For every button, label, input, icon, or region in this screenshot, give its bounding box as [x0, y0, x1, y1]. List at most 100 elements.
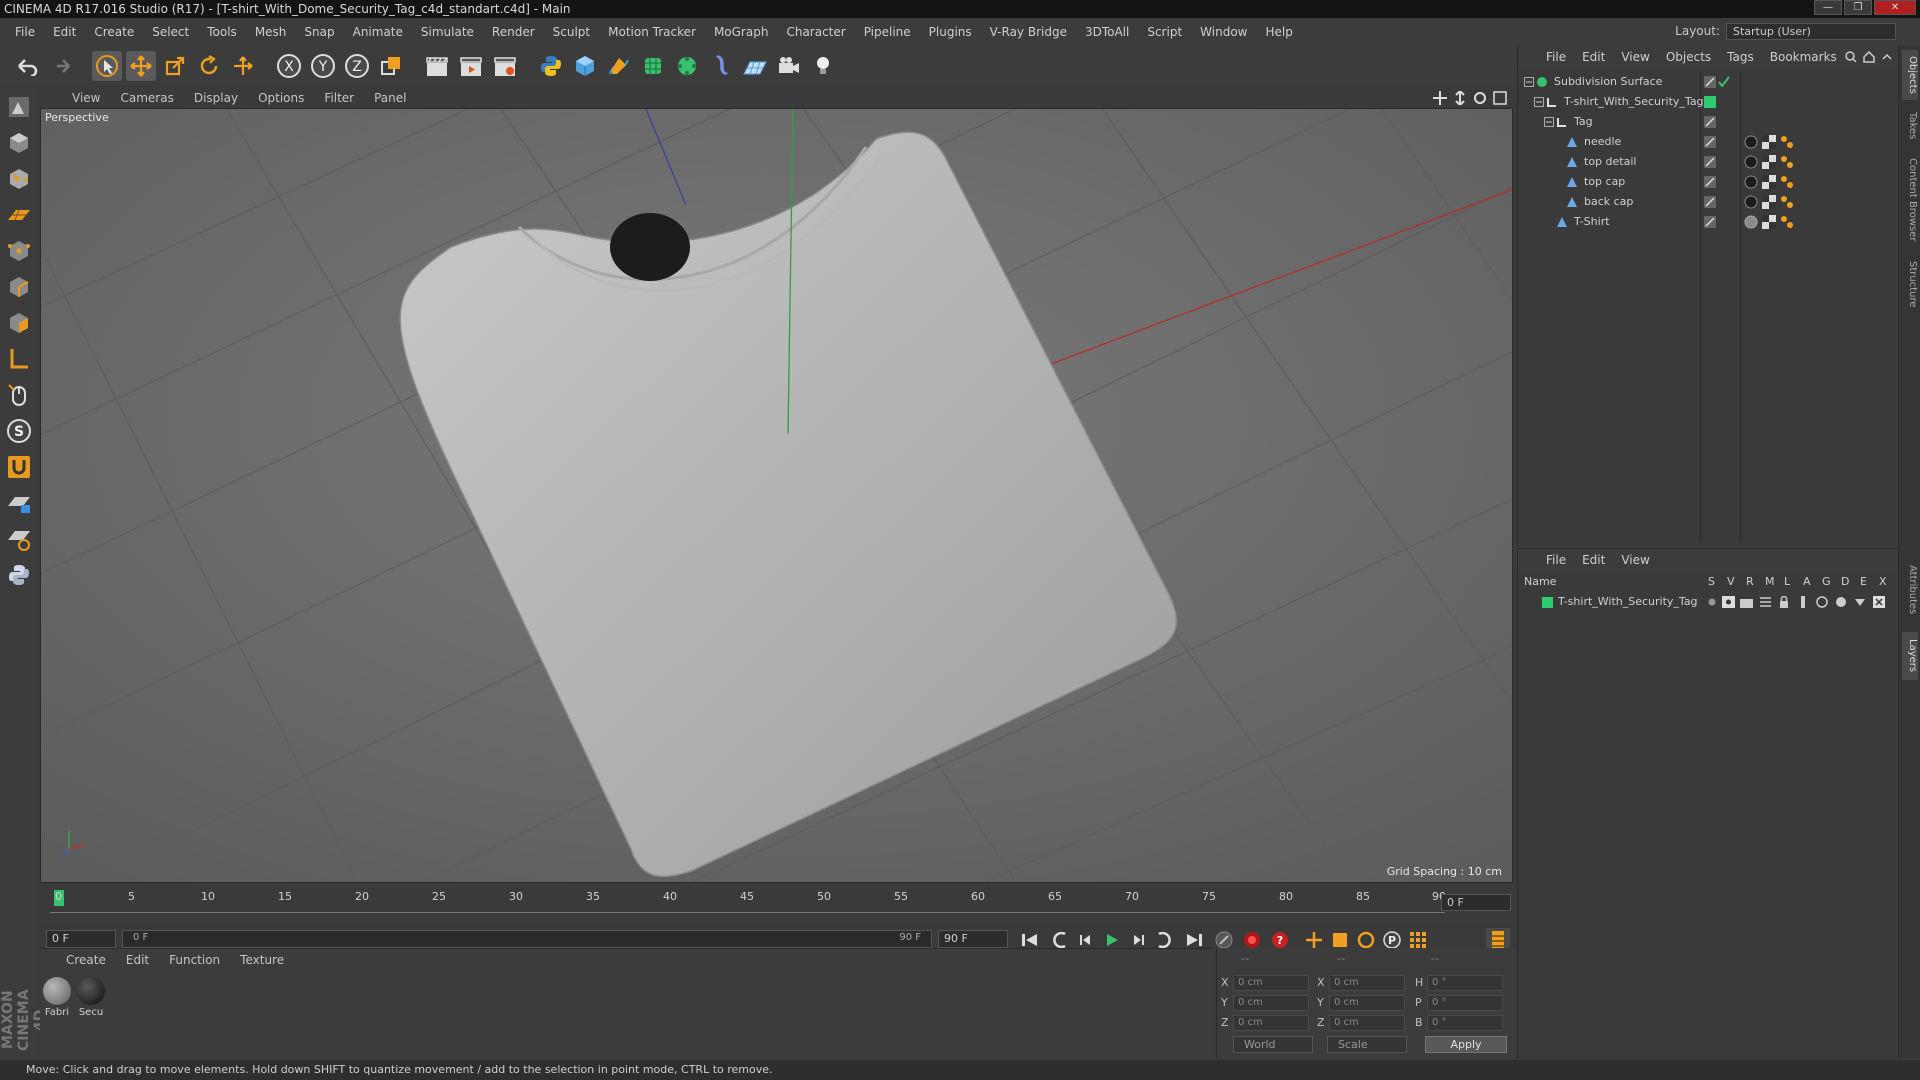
add-deformer-button[interactable]: [706, 51, 736, 81]
undo-button[interactable]: [12, 51, 42, 81]
object-row-tshirt[interactable]: T-Shirt: [1518, 212, 1896, 232]
menu-mesh[interactable]: Mesh: [246, 25, 296, 39]
size-y-field[interactable]: 0 cm: [1329, 995, 1405, 1011]
expression-icon[interactable]: [1854, 596, 1866, 608]
menu-sculpt[interactable]: Sculpt: [544, 25, 599, 39]
add-floor-button[interactable]: [740, 51, 770, 81]
uvw-tag-icon[interactable]: [1762, 195, 1776, 209]
collapse-icon[interactable]: [1524, 77, 1534, 87]
collapse-icon[interactable]: [1534, 97, 1544, 107]
manager-icon[interactable]: [1759, 596, 1772, 608]
rotate-view-icon[interactable]: [1473, 91, 1487, 105]
menu-plugins[interactable]: Plugins: [920, 25, 981, 39]
menu-character[interactable]: Character: [777, 25, 854, 39]
position-y-field[interactable]: 0 cm: [1233, 995, 1309, 1011]
menu-3dtoall[interactable]: 3DToAll: [1076, 25, 1138, 39]
dolly-view-icon[interactable]: [1453, 91, 1467, 105]
redo-button[interactable]: [46, 51, 76, 81]
material-swatch[interactable]: Secu: [76, 977, 106, 1018]
polygons-mode-button[interactable]: [4, 308, 34, 338]
viewport-menu-filter[interactable]: Filter: [314, 91, 364, 105]
render-clapper-icon[interactable]: [1740, 596, 1753, 608]
uvw-tag-icon[interactable]: [1762, 175, 1776, 189]
menu-simulate[interactable]: Simulate: [412, 25, 483, 39]
material-menu-edit[interactable]: Edit: [116, 953, 159, 967]
phong-tag-icon[interactable]: [1780, 155, 1794, 169]
material-menu-function[interactable]: Function: [159, 953, 230, 967]
add-generator-button[interactable]: [638, 51, 668, 81]
object-row-needle[interactable]: needle: [1518, 132, 1896, 152]
material-menu-texture[interactable]: Texture: [230, 953, 294, 967]
coordinate-system-toggle[interactable]: [376, 51, 406, 81]
object-row-top-cap[interactable]: top cap: [1518, 172, 1896, 192]
layers-menu-view[interactable]: View: [1613, 553, 1657, 567]
object-row-back-cap[interactable]: back cap: [1518, 192, 1896, 212]
python-script-button[interactable]: [536, 51, 566, 81]
apply-button[interactable]: Apply: [1425, 1036, 1507, 1053]
model-mode-button[interactable]: [4, 128, 34, 158]
start-frame-field[interactable]: 0 F: [46, 930, 116, 948]
add-spline-button[interactable]: [604, 51, 634, 81]
frame-ruler[interactable]: 0 5 10 15 20 25 30 35 40 45 50 55 60 65 …: [50, 888, 1446, 918]
xref-icon[interactable]: [1873, 596, 1885, 608]
edit-visibility-icon[interactable]: [1704, 156, 1716, 168]
add-array-button[interactable]: [672, 51, 702, 81]
size-x-field[interactable]: 0 cm: [1329, 975, 1405, 991]
move-tool[interactable]: [126, 51, 156, 81]
minimize-button[interactable]: —: [1814, 0, 1842, 15]
material-tag-icon[interactable]: [1744, 155, 1758, 169]
objects-menu-edit[interactable]: Edit: [1574, 50, 1613, 64]
animation-icon[interactable]: [1797, 596, 1809, 608]
menu-pipeline[interactable]: Pipeline: [855, 25, 920, 39]
solo-mode-button[interactable]: S: [4, 416, 34, 446]
size-z-field[interactable]: 0 cm: [1329, 1015, 1405, 1031]
collapse-icon[interactable]: [1544, 117, 1554, 127]
objects-menu-file[interactable]: File: [1538, 50, 1574, 64]
viewport-menu-display[interactable]: Display: [184, 91, 248, 105]
menu-select[interactable]: Select: [143, 25, 198, 39]
phong-tag-icon[interactable]: [1780, 135, 1794, 149]
layout-dropdown[interactable]: Startup (User): [1726, 22, 1896, 40]
objects-menu-bookmarks[interactable]: Bookmarks: [1762, 50, 1845, 64]
menu-help[interactable]: Help: [1256, 25, 1301, 39]
rotation-h-field[interactable]: 0 °: [1427, 975, 1503, 991]
edit-visibility-icon[interactable]: [1704, 196, 1716, 208]
workplane-lock-button[interactable]: [4, 488, 34, 518]
menu-window[interactable]: Window: [1191, 25, 1256, 39]
points-mode-button[interactable]: [4, 236, 34, 266]
add-camera-button[interactable]: [774, 51, 804, 81]
material-tag-icon[interactable]: [1744, 135, 1758, 149]
rotation-b-field[interactable]: 0 °: [1427, 1015, 1503, 1031]
menu-script[interactable]: Script: [1138, 25, 1191, 39]
size-mode-dropdown[interactable]: Scale: [1327, 1036, 1407, 1053]
lock-icon[interactable]: [1778, 596, 1790, 608]
workplane-axis-button[interactable]: [4, 524, 34, 554]
add-cube-button[interactable]: [570, 51, 600, 81]
enabled-check-icon[interactable]: [1718, 76, 1730, 88]
coordinate-space-dropdown[interactable]: World: [1233, 1036, 1313, 1053]
menu-animate[interactable]: Animate: [344, 25, 412, 39]
maximize-button[interactable]: ❐: [1844, 0, 1872, 15]
deformer-icon[interactable]: [1835, 596, 1847, 608]
edit-visibility-icon[interactable]: [1704, 76, 1716, 88]
render-view-button[interactable]: [422, 51, 452, 81]
render-settings-button[interactable]: [490, 51, 520, 81]
material-swatch[interactable]: Fabri: [42, 977, 72, 1018]
timeline-ruler[interactable]: 0 5 10 15 20 25 30 35 40 45 50 55 60 65 …: [40, 888, 1515, 920]
objects-menu-view[interactable]: View: [1613, 50, 1657, 64]
tab-structure[interactable]: Structure: [1902, 254, 1918, 314]
viewport-menu-view[interactable]: View: [62, 91, 110, 105]
edit-visibility-icon[interactable]: [1704, 216, 1716, 228]
render-to-picture-viewer-button[interactable]: [456, 51, 486, 81]
menu-file[interactable]: File: [6, 25, 44, 39]
menu-render[interactable]: Render: [483, 25, 544, 39]
python-console-button[interactable]: [4, 560, 34, 590]
end-frame-field[interactable]: 90 F: [938, 930, 1008, 948]
tab-content-browser[interactable]: Content Browser: [1902, 150, 1918, 250]
close-button[interactable]: ✕: [1874, 0, 1916, 15]
tab-layers[interactable]: Layers: [1902, 632, 1918, 680]
y-axis-toggle[interactable]: Y: [308, 51, 338, 81]
x-axis-toggle[interactable]: X: [274, 51, 304, 81]
object-row-subdivision-surface[interactable]: Subdivision Surface: [1518, 72, 1896, 92]
phong-tag-icon[interactable]: [1780, 175, 1794, 189]
